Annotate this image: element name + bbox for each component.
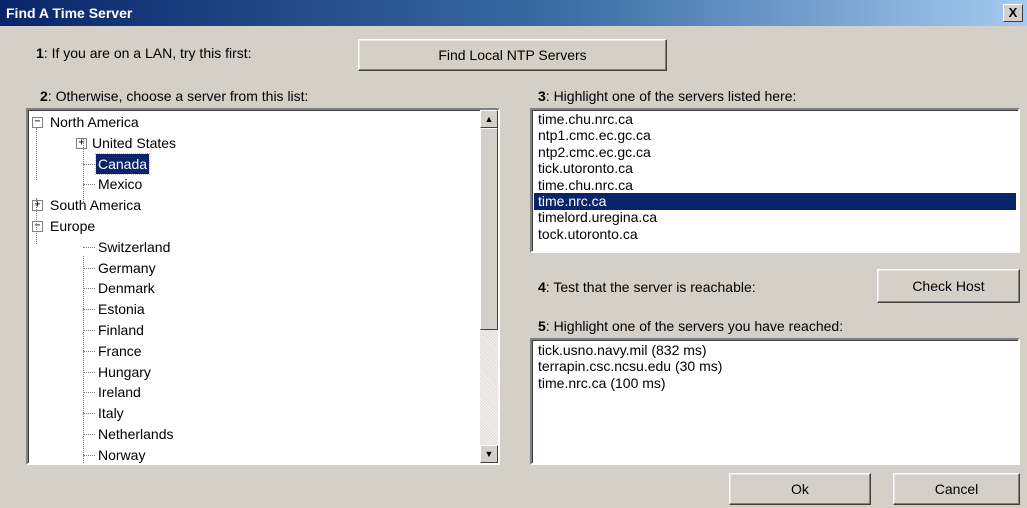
step4-number: 4 [538,279,546,295]
tree-connector [83,288,95,290]
find-local-ntp-button[interactable]: Find Local NTP Servers [358,39,667,71]
tree-item-label: Norway [98,446,146,463]
tree-connector [83,434,95,435]
server-list-item[interactable]: tock.utoronto.ca [534,226,1016,243]
reached-server-item[interactable]: tick.usno.navy.mil (832 ms) [534,342,1016,359]
tree-item-label: Germany [98,259,156,276]
step2-number: 2 [40,88,48,104]
scroll-down-icon[interactable]: ▼ [480,445,498,463]
step5-text: : Highlight one of the servers you have … [545,318,844,334]
collapse-icon[interactable]: − [32,117,43,128]
step3-text: : Highlight one of the servers listed he… [545,88,797,104]
tree-connector [83,392,95,394]
collapse-icon[interactable]: − [32,221,43,232]
step4-label: 4: Test that the server is reachable: [538,279,756,295]
tree-connector [83,184,95,186]
title-bar[interactable]: Find A Time Server X [0,0,1027,26]
check-host-button[interactable]: Check Host [877,269,1020,303]
tree-item-label: Canada [94,152,151,175]
tree-connector [83,350,95,352]
tree-item-label: Estonia [98,301,145,318]
step5-label: 5: Highlight one of the servers you have… [538,318,843,334]
step2-text: : Otherwise, choose a server from this l… [47,88,309,104]
close-button[interactable]: X [1003,4,1023,22]
server-list-item[interactable]: time.nrc.ca [534,193,1016,210]
step1-label: 1: If you are on a LAN, try this first: [36,45,252,61]
step2-label: 2: Otherwise, choose a server from this … [40,88,308,104]
tree-scrollbar[interactable]: ▲ ▼ [480,110,498,463]
tree-connector [83,267,95,269]
tree-connector [83,309,95,311]
server-list-item[interactable]: ntp1.cmc.ec.gc.ca [534,127,1016,144]
tree-connector [83,330,95,331]
step1-number: 1 [36,45,44,61]
tree-item-label: Ireland [98,384,141,401]
tree-item-label: Italy [98,405,124,422]
server-region-tree[interactable]: ▲ ▼ − North America + United States Canada Me… [26,108,500,465]
tree-item-label: United States [92,134,177,151]
server-list[interactable]: time.chu.nrc.ca ntp1.cmc.ec.gc.ca ntp2.cmc… [530,108,1020,253]
reached-server-item[interactable]: time.nrc.ca (100 ms) [534,375,1016,392]
tree-connector [83,256,84,463]
tree-item-label: Switzerland [98,238,171,255]
server-list-item[interactable]: ntp2.cmc.ec.gc.ca [534,144,1016,161]
tree-connector [83,371,95,373]
tree-item-label: South America [50,197,142,214]
server-list-item[interactable]: tick.utoronto.ca [534,160,1016,177]
tree-connector [83,246,95,248]
tree-item-label: France [98,342,142,359]
tree-connector [83,413,95,415]
close-icon: X [1008,5,1018,20]
scroll-up-icon[interactable]: ▲ [480,110,498,128]
tree-item-label: Netherlands [98,426,174,442]
tree-item-label: North America [50,114,139,130]
step4-text: : Test that the server is reachable: [545,279,756,295]
tree-item-label: Mexico [98,176,143,193]
tree-connector [36,198,37,244]
step3-label: 3: Highlight one of the servers listed h… [538,88,796,104]
reached-server-item[interactable]: terrapin.csc.ncsu.edu (30 ms) [534,358,1016,375]
tree-item-label: Denmark [98,280,155,297]
server-list-item[interactable]: timelord.uregina.ca [534,209,1016,226]
scroll-thumb[interactable] [480,128,498,330]
step5-number: 5 [538,318,546,334]
window-title: Find A Time Server [6,5,133,21]
tree-item-label: Finland [98,322,144,338]
tree-item-label: Hungary [98,363,151,380]
tree-connector [83,454,95,456]
tree-connector [36,128,37,180]
expand-icon[interactable]: + [76,137,87,149]
ok-button[interactable]: Ok [729,473,871,505]
tree-item-label: Europe [50,218,96,234]
cancel-button[interactable]: Cancel [893,473,1020,505]
step1-text: : If you are on a LAN, try this first: [43,45,252,61]
server-list-item[interactable]: time.chu.nrc.ca [534,177,1016,194]
reached-server-list[interactable]: tick.usno.navy.mil (832 ms) terrapin.csc.… [530,338,1020,465]
step3-number: 3 [538,88,546,104]
tree-connector [83,163,95,165]
tree-connector [83,138,84,204]
expand-icon[interactable]: + [32,200,43,212]
server-list-item[interactable]: time.chu.nrc.ca [534,111,1016,128]
